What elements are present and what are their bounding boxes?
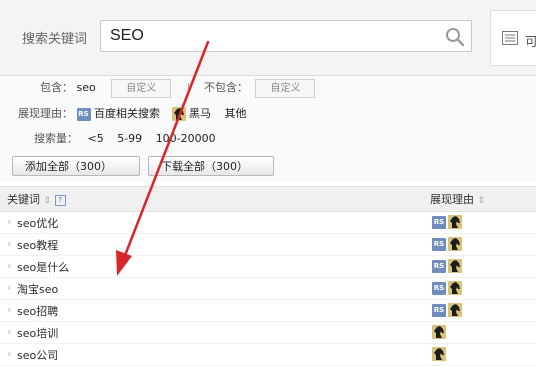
- reason-label: 展现理由：: [18, 107, 73, 120]
- keyword-text[interactable]: seo招聘: [17, 303, 58, 319]
- search-input[interactable]: SEO: [100, 20, 472, 52]
- dark-horse-icon: [448, 259, 462, 273]
- sort-icon[interactable]: ⇕: [478, 196, 486, 206]
- chevron-left-icon[interactable]: ‹: [7, 281, 11, 294]
- volume-option-5-99[interactable]: 5-99: [117, 132, 142, 145]
- dark-horse-icon: [432, 347, 446, 361]
- table-row[interactable]: ‹ seo培训: [0, 322, 536, 344]
- search-label: 搜索关键词: [22, 32, 88, 47]
- row-reasons: RS: [432, 303, 464, 317]
- include-label: 包含：: [40, 81, 73, 94]
- rs-badge-icon: RS: [432, 237, 446, 251]
- dark-horse-icon: [448, 215, 462, 229]
- reason-option-related-label: 百度相关搜索: [94, 107, 160, 120]
- chevron-left-icon[interactable]: ‹: [7, 347, 11, 360]
- reason-option-other[interactable]: 其他: [225, 107, 247, 120]
- keyword-text[interactable]: seo培训: [17, 325, 58, 341]
- rs-badge-icon: RS: [432, 281, 446, 295]
- row-reasons: [432, 325, 448, 339]
- table-row[interactable]: ‹ seo公司: [0, 344, 536, 366]
- search-icon[interactable]: [445, 27, 465, 47]
- keyword-text[interactable]: seo是什么: [17, 259, 69, 275]
- search-header: 搜索关键词 SEO 可: [0, 0, 536, 76]
- volume-option-100-20000[interactable]: 100-20000: [156, 132, 216, 145]
- search-value[interactable]: SEO: [110, 27, 144, 45]
- keyword-text[interactable]: seo优化: [17, 215, 58, 231]
- volume-label: 搜索量：: [34, 132, 78, 145]
- side-tab[interactable]: 可: [490, 10, 536, 66]
- reason-row: 展现理由： RS 百度相关搜索 黑马 其他: [18, 104, 247, 124]
- chevron-left-icon[interactable]: ‹: [7, 303, 11, 316]
- keyword-text[interactable]: seo公司: [17, 347, 58, 363]
- dark-horse-icon: [432, 325, 446, 339]
- reason-column-header[interactable]: 展现理由 ⇕: [430, 191, 485, 207]
- table-row[interactable]: ‹ seo教程 RS: [0, 234, 536, 256]
- help-icon[interactable]: ?: [54, 194, 66, 206]
- add-all-button[interactable]: 添加全部（300）: [12, 156, 140, 176]
- rs-badge-icon: RS: [432, 259, 446, 273]
- include-custom-button[interactable]: 自定义: [111, 78, 172, 98]
- filter-separator: |: [186, 81, 191, 94]
- row-reasons: RS: [432, 237, 464, 251]
- reason-option-horse[interactable]: 黑马: [171, 107, 215, 121]
- reason-option-related[interactable]: RS 百度相关搜索: [76, 107, 164, 121]
- dark-horse-icon: [448, 281, 462, 295]
- chevron-left-icon[interactable]: ‹: [7, 237, 11, 250]
- chevron-left-icon[interactable]: ‹: [7, 259, 11, 272]
- volume-option-lt5[interactable]: <5: [88, 132, 104, 145]
- row-reasons: RS: [432, 215, 464, 229]
- rs-badge-icon: RS: [432, 215, 446, 229]
- reason-column-label: 展现理由: [430, 193, 474, 206]
- include-value: seo: [76, 81, 96, 94]
- table-row[interactable]: ‹ seo招聘 RS: [0, 300, 536, 322]
- row-reasons: RS: [432, 281, 464, 295]
- table-row[interactable]: ‹ 淘宝seo RS: [0, 278, 536, 300]
- action-bar: 添加全部（300） 下载全部（300）: [0, 154, 536, 182]
- row-reasons: RS: [432, 259, 464, 273]
- exclude-custom-button[interactable]: 自定义: [255, 78, 316, 98]
- side-tab-label: 可: [525, 35, 536, 50]
- list-icon: [502, 31, 518, 45]
- include-row: 包含： seo 自定义 | 不包含： 自定义: [40, 78, 316, 98]
- keyword-column-label: 关键词: [7, 193, 40, 206]
- table-row[interactable]: ‹ seo优化 RS: [0, 212, 536, 234]
- keyword-column-header[interactable]: 关键词 ⇕ ?: [7, 191, 66, 207]
- table-header: 关键词 ⇕ ? 展现理由 ⇕: [0, 186, 536, 212]
- download-all-button[interactable]: 下载全部（300）: [148, 156, 274, 176]
- exclude-label: 不包含：: [203, 81, 248, 94]
- volume-row: 搜索量： <5 5-99 100-20000: [34, 129, 216, 149]
- sort-icon[interactable]: ⇕: [44, 196, 52, 206]
- keyword-text[interactable]: 淘宝seo: [17, 281, 58, 297]
- reason-option-horse-label: 黑马: [189, 107, 211, 120]
- dark-horse-icon: [448, 303, 462, 317]
- keyword-text[interactable]: seo教程: [17, 237, 58, 253]
- dark-horse-icon: [171, 107, 186, 121]
- chevron-left-icon[interactable]: ‹: [7, 215, 11, 228]
- row-reasons: [432, 347, 448, 361]
- rs-badge-icon: RS: [76, 107, 91, 121]
- dark-horse-icon: [448, 237, 462, 251]
- table-row[interactable]: ‹ seo是什么 RS: [0, 256, 536, 278]
- rs-badge-icon: RS: [432, 303, 446, 317]
- chevron-left-icon[interactable]: ‹: [7, 325, 11, 338]
- filter-panel: 包含： seo 自定义 | 不包含： 自定义 展现理由： RS 百度相关搜索 黑…: [0, 76, 536, 154]
